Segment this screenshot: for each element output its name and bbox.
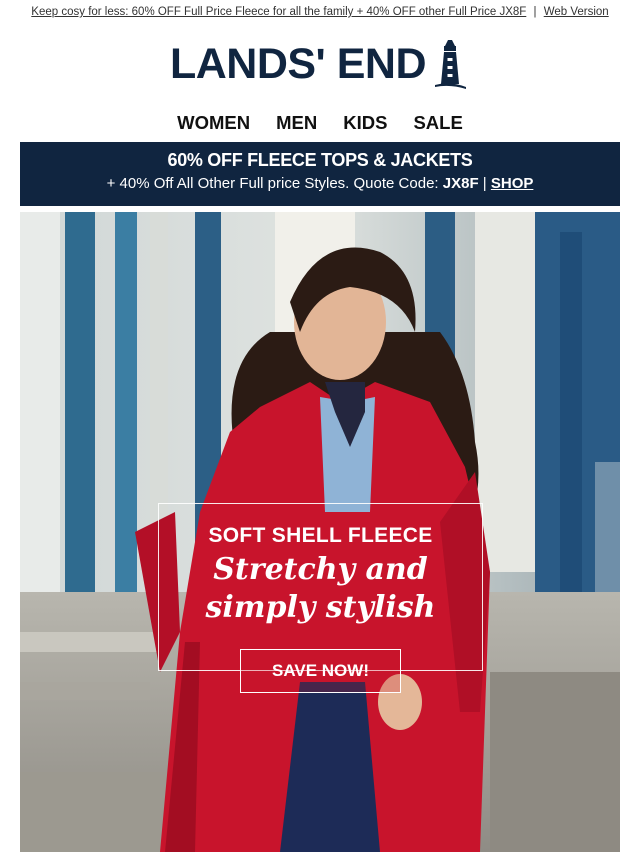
hero-text-frame: SOFT SHELL FLEECE Stretchy and simply st…: [158, 503, 483, 671]
save-now-button[interactable]: SAVE NOW!: [240, 649, 401, 693]
hero-eyebrow: SOFT SHELL FLEECE: [208, 524, 433, 547]
nav-women[interactable]: WOMEN: [177, 112, 250, 134]
main-nav: WOMEN MEN KIDS SALE: [0, 104, 640, 142]
banner-headline: 60% OFF FLEECE TOPS & JACKETS: [167, 150, 473, 170]
banner-subline-row: + 40% Off All Other Full price Styles. Q…: [20, 175, 620, 192]
brand-logo-text: LANDS' END: [169, 39, 427, 88]
preheader: Keep cosy for less: 60% OFF Full Price F…: [0, 0, 640, 24]
hero-headline-line1: Stretchy and: [213, 552, 428, 587]
preheader-separator: |: [533, 6, 537, 18]
banner-separator: |: [482, 175, 487, 192]
nav-men[interactable]: MEN: [276, 112, 317, 134]
hero-headline-line2: simply stylish: [205, 590, 436, 625]
banner-subline: + 40% Off All Other Full price Styles. Q…: [106, 175, 439, 192]
nav-sale[interactable]: SALE: [413, 112, 462, 134]
hero-image[interactable]: SOFT SHELL FLEECE Stretchy and simply st…: [20, 212, 620, 852]
web-version-link[interactable]: Web Version: [544, 6, 609, 18]
nav-kids[interactable]: KIDS: [343, 112, 387, 134]
shop-link[interactable]: SHOP: [491, 175, 534, 192]
promo-banner[interactable]: 60% OFF FLEECE TOPS & JACKETS + 40% Off …: [20, 142, 620, 206]
promo-code: JX8F: [442, 175, 479, 192]
lighthouse-icon: [435, 40, 467, 89]
logo-link[interactable]: LANDS' END: [0, 24, 640, 104]
promo-link[interactable]: Keep cosy for less: 60% OFF Full Price F…: [31, 6, 526, 18]
